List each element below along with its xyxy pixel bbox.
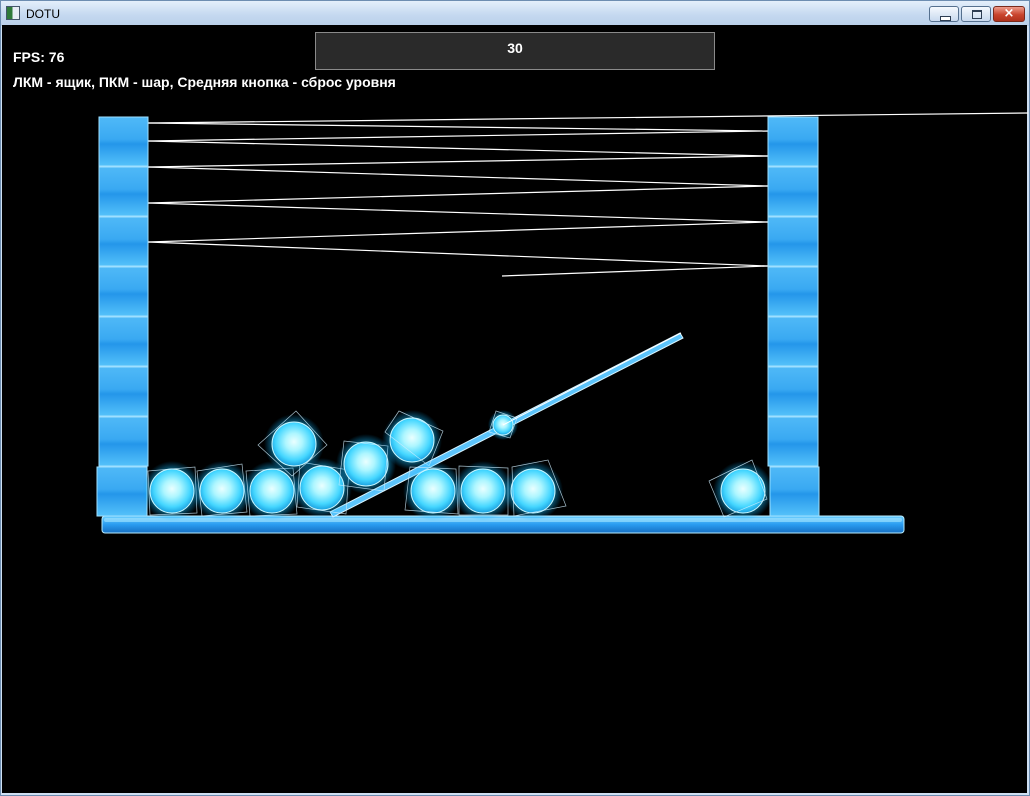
physics-scene (96, 112, 1029, 534)
balls (142, 410, 773, 521)
controls-help-text: ЛКМ - ящик, ПКМ - шар, Средняя кнопка - … (13, 74, 396, 90)
box (767, 416, 819, 467)
ball (708, 459, 773, 521)
box (98, 166, 149, 217)
rope-line (147, 122, 769, 132)
box (98, 116, 149, 167)
box (767, 316, 819, 367)
ball (503, 459, 567, 521)
rope-line (147, 185, 769, 204)
box (767, 366, 819, 417)
box (96, 466, 148, 517)
box (767, 116, 819, 167)
rope-line (147, 155, 769, 168)
rope-line (502, 332, 682, 426)
box (98, 366, 149, 417)
fps-label: FPS: (13, 49, 49, 65)
rope-line (147, 221, 769, 243)
box (98, 416, 149, 467)
rope-line (147, 166, 769, 187)
rope-line (147, 202, 769, 223)
rope-line (147, 241, 769, 267)
box (767, 166, 819, 217)
box (767, 216, 819, 267)
rope-line (501, 265, 769, 277)
right-wall (767, 116, 820, 517)
rope-lines (147, 112, 1029, 277)
score-counter: 30 (315, 32, 715, 70)
fps-readout: FPS: 76 (13, 49, 64, 65)
rope-line (147, 130, 769, 142)
rope-line (147, 140, 769, 157)
fps-value: 76 (48, 49, 65, 65)
box (98, 266, 149, 317)
rope-line (147, 112, 1029, 124)
box (769, 466, 820, 517)
box (98, 316, 149, 367)
box (98, 216, 149, 267)
box (767, 266, 819, 317)
left-wall (96, 116, 149, 517)
